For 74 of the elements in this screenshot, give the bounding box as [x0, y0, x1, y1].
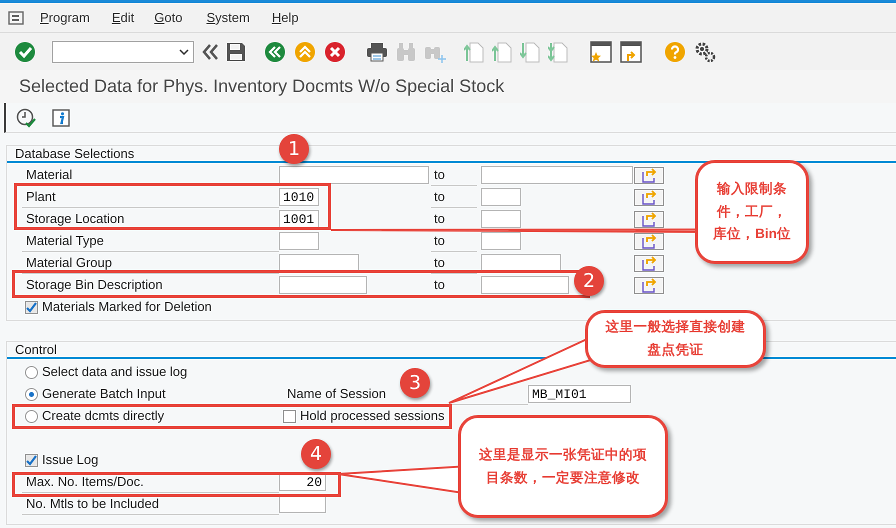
callout-text: 这里是显示一张凭证中的项目条数，一定要注意修改 — [458, 415, 668, 518]
cancel-icon[interactable] — [324, 40, 346, 62]
arrow-out-icon — [641, 277, 657, 293]
menu-item[interactable]: Edit — [112, 8, 134, 28]
arrow-out-icon — [641, 167, 657, 183]
menu-item[interactable]: Goto — [154, 8, 182, 28]
range-label: to — [431, 252, 477, 274]
menu-item[interactable]: Program — [40, 8, 90, 28]
input-field[interactable] — [279, 232, 319, 250]
radio-button[interactable] — [25, 366, 38, 378]
callout-text: 这里一般选择直接创建盘点凭证 — [585, 310, 766, 368]
input-field[interactable] — [481, 276, 569, 294]
menu-icon — [8, 11, 24, 26]
checkbox-label: Hold processed sessions — [300, 407, 445, 426]
input-field[interactable] — [481, 166, 633, 184]
multiple-selection-button[interactable] — [634, 210, 664, 228]
settings-icon[interactable] — [694, 40, 716, 62]
radio-button[interactable] — [25, 388, 38, 400]
information-icon[interactable] — [52, 108, 70, 126]
input-field[interactable] — [481, 210, 521, 228]
input-field[interactable]: 1001 — [279, 210, 319, 228]
input-field[interactable] — [279, 276, 367, 294]
save-icon[interactable] — [226, 42, 246, 62]
checkbox-label: Materials Marked for Deletion — [42, 298, 212, 316]
group-title: Control — [15, 342, 57, 357]
radio-button[interactable] — [25, 410, 38, 422]
help-icon[interactable] — [664, 40, 686, 62]
caret-icon — [179, 48, 189, 54]
screen-title: Selected Data for Phys. Inventory Docmts W/o Special Stock — [19, 75, 504, 98]
checkbox[interactable] — [25, 454, 38, 466]
radio-label: Generate Batch Input — [42, 385, 166, 404]
menu-item[interactable]: Help — [272, 8, 299, 28]
multiple-selection-button[interactable] — [634, 188, 664, 206]
back-icon[interactable] — [264, 40, 286, 62]
enter-icon[interactable] — [14, 40, 36, 62]
arrow-out-icon — [641, 189, 657, 205]
multiple-selection-button[interactable] — [634, 276, 664, 294]
arrow-out-icon — [641, 233, 657, 249]
new-window-icon[interactable] — [590, 40, 612, 62]
callout-text: 输入限制条件，工厂，库位，Bin位 — [695, 160, 809, 264]
up-icon[interactable] — [294, 40, 316, 62]
input-field[interactable]: 1010 — [279, 188, 319, 206]
radio-label: Select data and issue log — [42, 363, 188, 382]
menu-item[interactable]: System — [206, 8, 250, 28]
checkbox[interactable] — [283, 410, 296, 422]
print-icon[interactable] — [366, 42, 388, 62]
range-label: to — [431, 186, 477, 208]
group-title: Database Selections — [15, 146, 134, 161]
field-label: Max. No. Items/Doc. — [22, 471, 279, 493]
range-label: to — [431, 274, 477, 296]
multiple-selection-button[interactable] — [634, 254, 664, 272]
multiple-selection-button[interactable] — [634, 166, 664, 184]
step-marker: 4 — [301, 439, 331, 469]
double-left-icon[interactable] — [202, 42, 218, 60]
input-field[interactable] — [481, 188, 521, 206]
step-marker: 2 — [574, 266, 604, 296]
checkbox-label: Issue Log — [42, 451, 98, 470]
input-field[interactable]: MB_MI01 — [528, 385, 631, 403]
checkbox[interactable] — [25, 300, 38, 314]
command-field[interactable] — [52, 40, 194, 62]
arrow-out-icon — [641, 211, 657, 227]
step-marker: 1 — [279, 134, 309, 164]
range-label: to — [431, 164, 477, 186]
input-field[interactable] — [279, 166, 429, 184]
radio-label: Create dcmts directly — [42, 407, 164, 426]
input-field[interactable] — [481, 232, 521, 250]
field-label: Material Group — [22, 252, 279, 274]
field-label: Material Type — [22, 230, 279, 252]
field-label: Plant — [22, 186, 279, 208]
clock-check-icon[interactable] — [16, 108, 36, 128]
arrow-out-icon — [641, 255, 657, 271]
multiple-selection-button[interactable] — [634, 232, 664, 250]
shortcut-icon[interactable] — [620, 40, 642, 62]
field-label: No. Mtls to be Included — [22, 493, 279, 515]
